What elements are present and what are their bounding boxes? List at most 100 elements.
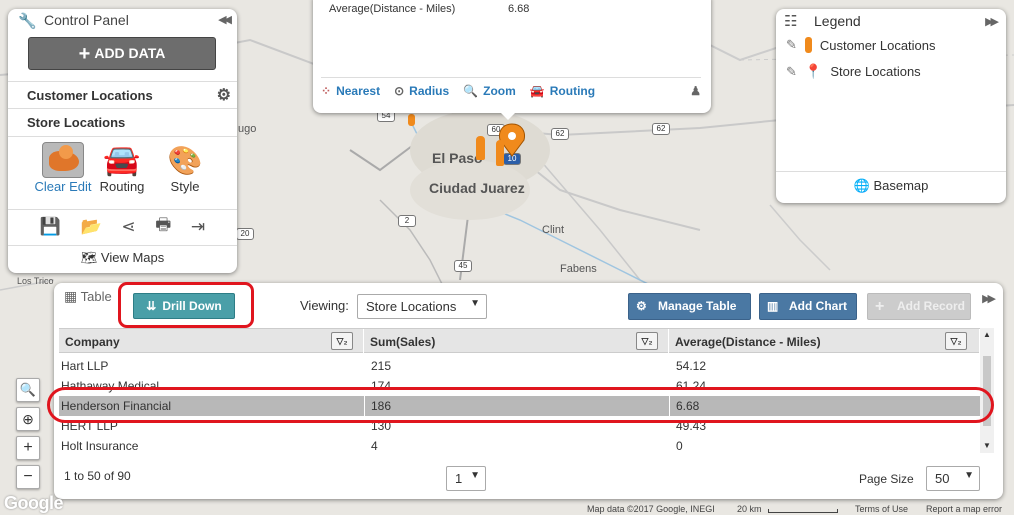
plus-icon: + [78, 43, 91, 65]
style-tool[interactable]: 🎨 Style [155, 141, 215, 195]
column-label: Company [65, 335, 120, 349]
nearest-action[interactable]: ⁘ Nearest [321, 84, 380, 98]
page-select[interactable]: 1 ▼ [446, 466, 486, 491]
terms-link[interactable]: Terms of Use [855, 504, 908, 514]
basemap-link[interactable]: 🌐 Basemap [776, 171, 1006, 194]
street-view-icon[interactable]: ♟ [690, 84, 701, 98]
customer-marker[interactable] [408, 114, 415, 126]
customer-marker[interactable] [496, 140, 504, 166]
legend-panel: ☷ Legend ▶▶ ✎ Customer Locations ✎ 📍 Sto… [776, 9, 1006, 203]
add-data-button[interactable]: + ADD DATA [28, 37, 216, 70]
map-label-los-tricos: Los Trico [17, 276, 54, 286]
routing-tool[interactable]: 🚘 Routing [92, 141, 152, 195]
save-icon[interactable]: 💾 [40, 217, 61, 237]
folder-open-icon[interactable]: 📂 [81, 217, 102, 237]
radius-icon: ⊙ [394, 84, 405, 98]
viewing-select[interactable]: Store Locations ▼ [357, 294, 487, 319]
scroll-up-icon[interactable]: ▲ [983, 330, 991, 339]
column-header-sales[interactable]: Sum(Sales) ▽₂ [364, 329, 669, 354]
control-panel-title: Control Panel [44, 12, 129, 28]
action-row: 💾 📂 ⋖ 🖶 ⇥ [8, 209, 237, 243]
location-popup: Average(Distance - Miles) 6.68 ⁘ Nearest … [313, 0, 711, 120]
highway-shield: 20 [236, 228, 254, 240]
clear-link[interactable]: Clear [34, 179, 65, 194]
style-label: Style [170, 179, 200, 194]
add-chart-button[interactable]: ▥ Add Chart [759, 293, 857, 320]
control-panel-header: 🔧 Control Panel ◀◀ [8, 9, 237, 31]
brush-icon[interactable]: ✎ [786, 37, 797, 53]
add-chart-label: Add Chart [789, 299, 847, 313]
export-icon[interactable]: ⇥ [191, 217, 205, 237]
column-header-company[interactable]: Company ▽₂ [59, 329, 364, 354]
popup-actions: ⁘ Nearest ⊙ Radius 🔍 Zoom 🚘 Routing ♟ [321, 77, 701, 98]
highway-shield: 45 [454, 260, 472, 272]
print-icon[interactable]: 🖶 [155, 212, 171, 241]
layer-item-customer-locations[interactable]: Customer Locations ⚙ [8, 81, 237, 108]
locate-icon[interactable]: ⊕ [16, 407, 40, 431]
pager-text: 1 to 50 of 90 [64, 469, 131, 483]
car-icon: 🚘 [103, 143, 141, 177]
drill-down-highlight [118, 282, 254, 328]
filter-icon[interactable]: ▽₂ [636, 332, 658, 350]
legend-label: Store Locations [830, 64, 921, 79]
gear-icon[interactable]: ⚙ [217, 85, 231, 105]
filter-icon[interactable]: ▽₂ [945, 332, 967, 350]
scroll-down-icon[interactable]: ▼ [983, 441, 991, 450]
caret-down-icon: ▼ [470, 470, 480, 481]
edit-link[interactable]: Edit [69, 179, 91, 194]
legend-item-customer-locations[interactable]: ✎ Customer Locations [786, 37, 936, 53]
car-icon: 🚘 [529, 84, 545, 98]
zoom-out-button[interactable]: − [16, 465, 40, 489]
column-label: Average(Distance - Miles) [675, 335, 821, 349]
column-header-distance[interactable]: Average(Distance - Miles) ▽₂ [669, 329, 980, 354]
collapse-left-icon[interactable]: ◀◀ [218, 13, 232, 26]
legend-title: Legend [814, 13, 861, 29]
view-maps-label: View Maps [100, 250, 165, 265]
customer-marker[interactable] [476, 136, 485, 160]
radius-label: Radius [409, 84, 450, 98]
gears-icon: ⚙ [636, 299, 647, 313]
caret-down-icon: ▼ [964, 470, 974, 481]
zoom-box-icon[interactable]: 🔍 [16, 378, 40, 402]
add-record-button[interactable]: + Add Record [867, 293, 971, 320]
table-row[interactable]: Holt Insurance 4 0 [59, 436, 980, 456]
filter-icon[interactable]: ▽₂ [331, 332, 353, 350]
expand-right-icon[interactable]: ▶▶ [982, 292, 996, 305]
cell-distance: 54.12 [676, 359, 707, 373]
page-select-value: 1 [455, 471, 463, 486]
view-maps-link[interactable]: 🗺 View Maps [8, 245, 237, 269]
layer-item-store-locations[interactable]: Store Locations [8, 108, 237, 135]
cell-company: Hart LLP [61, 359, 109, 373]
radius-action[interactable]: ⊙ Radius [394, 84, 449, 98]
plus-icon: + [875, 298, 885, 315]
manage-table-label: Manage Table [658, 299, 737, 313]
manage-table-button[interactable]: ⚙ Manage Table [628, 293, 751, 320]
brush-icon[interactable]: ✎ [786, 64, 797, 80]
layer-label: Customer Locations [27, 88, 153, 103]
map-label-fabens: Fabens [560, 263, 597, 275]
wrench-icon: 🔧 [18, 13, 37, 30]
popup-field-value: 6.68 [508, 3, 530, 15]
map-attribution: Map data ©2017 Google, INEGI [587, 504, 715, 514]
routing-label: Routing [99, 179, 145, 194]
routing-label: Routing [549, 84, 596, 98]
store-marker-icon: 📍 [804, 63, 823, 79]
report-map-error-link[interactable]: Report a map error [926, 504, 1002, 514]
zoom-in-button[interactable]: + [16, 436, 40, 460]
routing-action[interactable]: 🚘 Routing [530, 84, 595, 98]
highway-shield: 62 [652, 123, 670, 135]
page-size-select[interactable]: 50 ▼ [926, 466, 980, 491]
expand-right-icon[interactable]: ▶▶ [985, 15, 999, 28]
caret-down-icon: ▼ [470, 298, 480, 309]
selected-row-highlight [47, 387, 994, 423]
zoom-action[interactable]: 🔍 Zoom [463, 84, 516, 98]
edit-tool[interactable]: Clear Edit [28, 141, 98, 194]
add-record-label: Add Record [897, 299, 966, 313]
scale-bar [768, 509, 838, 513]
bar-chart-icon: ▥ [767, 299, 779, 313]
share-icon[interactable]: ⋖ [121, 217, 135, 237]
table-row[interactable]: Hart LLP 215 54.12 [59, 356, 980, 376]
legend-item-store-locations[interactable]: ✎ 📍 Store Locations [786, 63, 921, 80]
nearest-label: Nearest [336, 84, 381, 98]
customer-marker-icon [804, 37, 812, 53]
